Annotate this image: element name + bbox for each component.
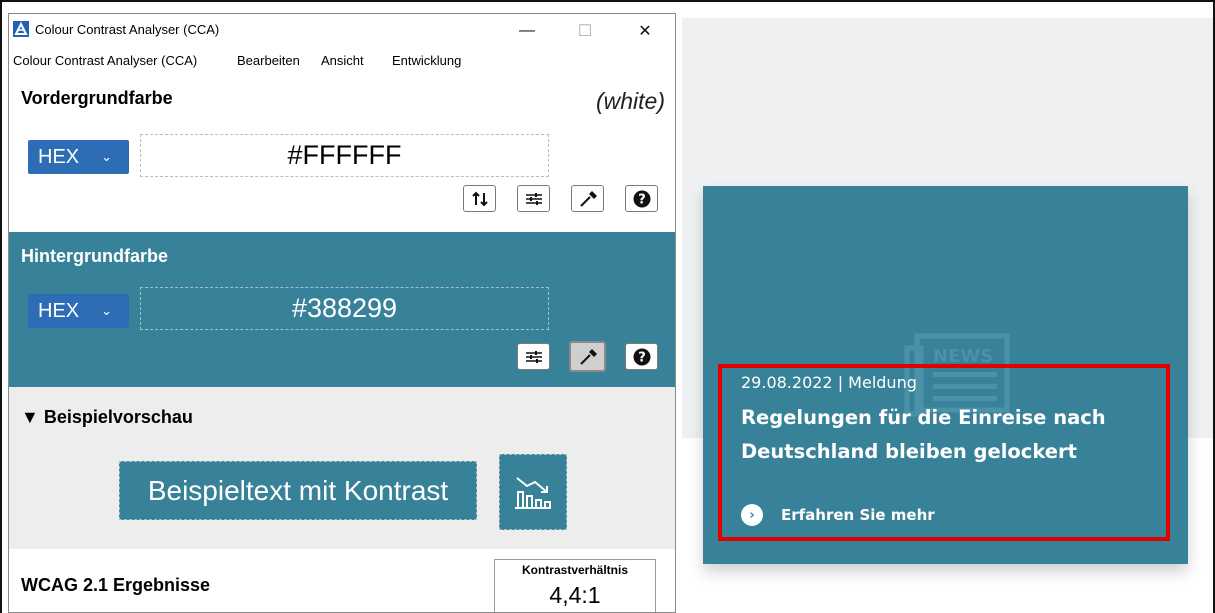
frame-left-line: [0, 0, 2, 613]
menu-bar: Colour Contrast Analyser (CCA) Bearbeite…: [9, 48, 675, 70]
svg-text:?: ?: [638, 192, 646, 207]
cca-window: Colour Contrast Analyser (CCA) — ☐ ✕ Col…: [8, 13, 676, 613]
sample-text-preview: Beispieltext mit Kontrast: [119, 461, 477, 520]
menu-item-app[interactable]: Colour Contrast Analyser (CCA): [13, 53, 197, 68]
contrast-chart-button[interactable]: [499, 454, 567, 530]
contrast-ratio-label: Kontrastverhältnis: [521, 563, 629, 577]
background-help-button[interactable]: ?: [625, 343, 658, 370]
foreground-section: Vordergrundfarbe (white) HEX ⌄ #FFFFFF ?: [9, 70, 675, 232]
sliders-icon: [525, 350, 542, 363]
chart-icon: [515, 477, 551, 509]
swap-icon: [471, 191, 488, 206]
menu-item-ansicht[interactable]: Ansicht: [321, 53, 364, 68]
close-button[interactable]: ✕: [622, 14, 668, 48]
eyedropper-icon: [579, 348, 597, 365]
results-section: WCAG 2.1 Ergebnisse Kontrastverhältnis 4…: [9, 549, 675, 612]
frame-top-line: [0, 0, 1215, 2]
window-title: Colour Contrast Analyser (CCA): [35, 22, 220, 37]
help-icon: ?: [633, 190, 650, 207]
minimize-icon: —: [519, 22, 535, 39]
maximize-icon: ☐: [577, 23, 593, 40]
foreground-color-name: (white): [595, 88, 665, 114]
app-icon: [13, 21, 29, 37]
background-format-value: HEX: [38, 299, 80, 322]
background-section: Hintergrundfarbe HEX ⌄ #388299 ?: [9, 232, 675, 387]
foreground-hex-input[interactable]: #FFFFFF: [140, 134, 549, 177]
sliders-icon: [525, 192, 542, 205]
maximize-button[interactable]: ☐: [562, 14, 608, 48]
background-format-select[interactable]: HEX ⌄: [28, 294, 129, 328]
foreground-eyedropper-button[interactable]: [571, 185, 604, 212]
preview-toggle[interactable]: ▼ Beispielvorschau: [21, 407, 193, 428]
results-title: WCAG 2.1 Ergebnisse: [21, 575, 211, 595]
title-bar[interactable]: Colour Contrast Analyser (CCA) — ☐ ✕: [9, 14, 675, 48]
foreground-help-button[interactable]: ?: [625, 185, 658, 212]
background-title: Hintergrundfarbe: [21, 246, 169, 266]
foreground-title: Vordergrundfarbe: [21, 88, 173, 108]
foreground-format-select[interactable]: HEX ⌄: [28, 140, 129, 174]
close-icon: ✕: [638, 23, 652, 40]
preview-section: ▼ Beispielvorschau Beispieltext mit Kont…: [9, 387, 675, 549]
background-adjust-button[interactable]: [517, 343, 550, 370]
menu-item-bearbeiten[interactable]: Bearbeiten: [237, 53, 300, 68]
eyedropper-icon: [579, 190, 597, 207]
svg-text:?: ?: [638, 350, 646, 365]
chevron-down-icon: ⌄: [101, 149, 113, 164]
contrast-ratio-value: 4,4:1: [549, 582, 601, 608]
help-icon: ?: [633, 348, 650, 365]
highlight-box: [718, 364, 1170, 541]
chevron-down-icon: ⌄: [101, 303, 113, 318]
swap-colors-button[interactable]: [463, 185, 496, 212]
contrast-ratio-box: Kontrastverhältnis 4,4:1: [494, 559, 656, 612]
menu-item-entwicklung[interactable]: Entwicklung: [392, 53, 461, 68]
background-eyedropper-button[interactable]: [569, 341, 606, 372]
background-hex-input[interactable]: #388299: [140, 287, 549, 330]
foreground-adjust-button[interactable]: [517, 185, 550, 212]
foreground-format-value: HEX: [38, 145, 80, 168]
minimize-button[interactable]: —: [504, 14, 550, 48]
